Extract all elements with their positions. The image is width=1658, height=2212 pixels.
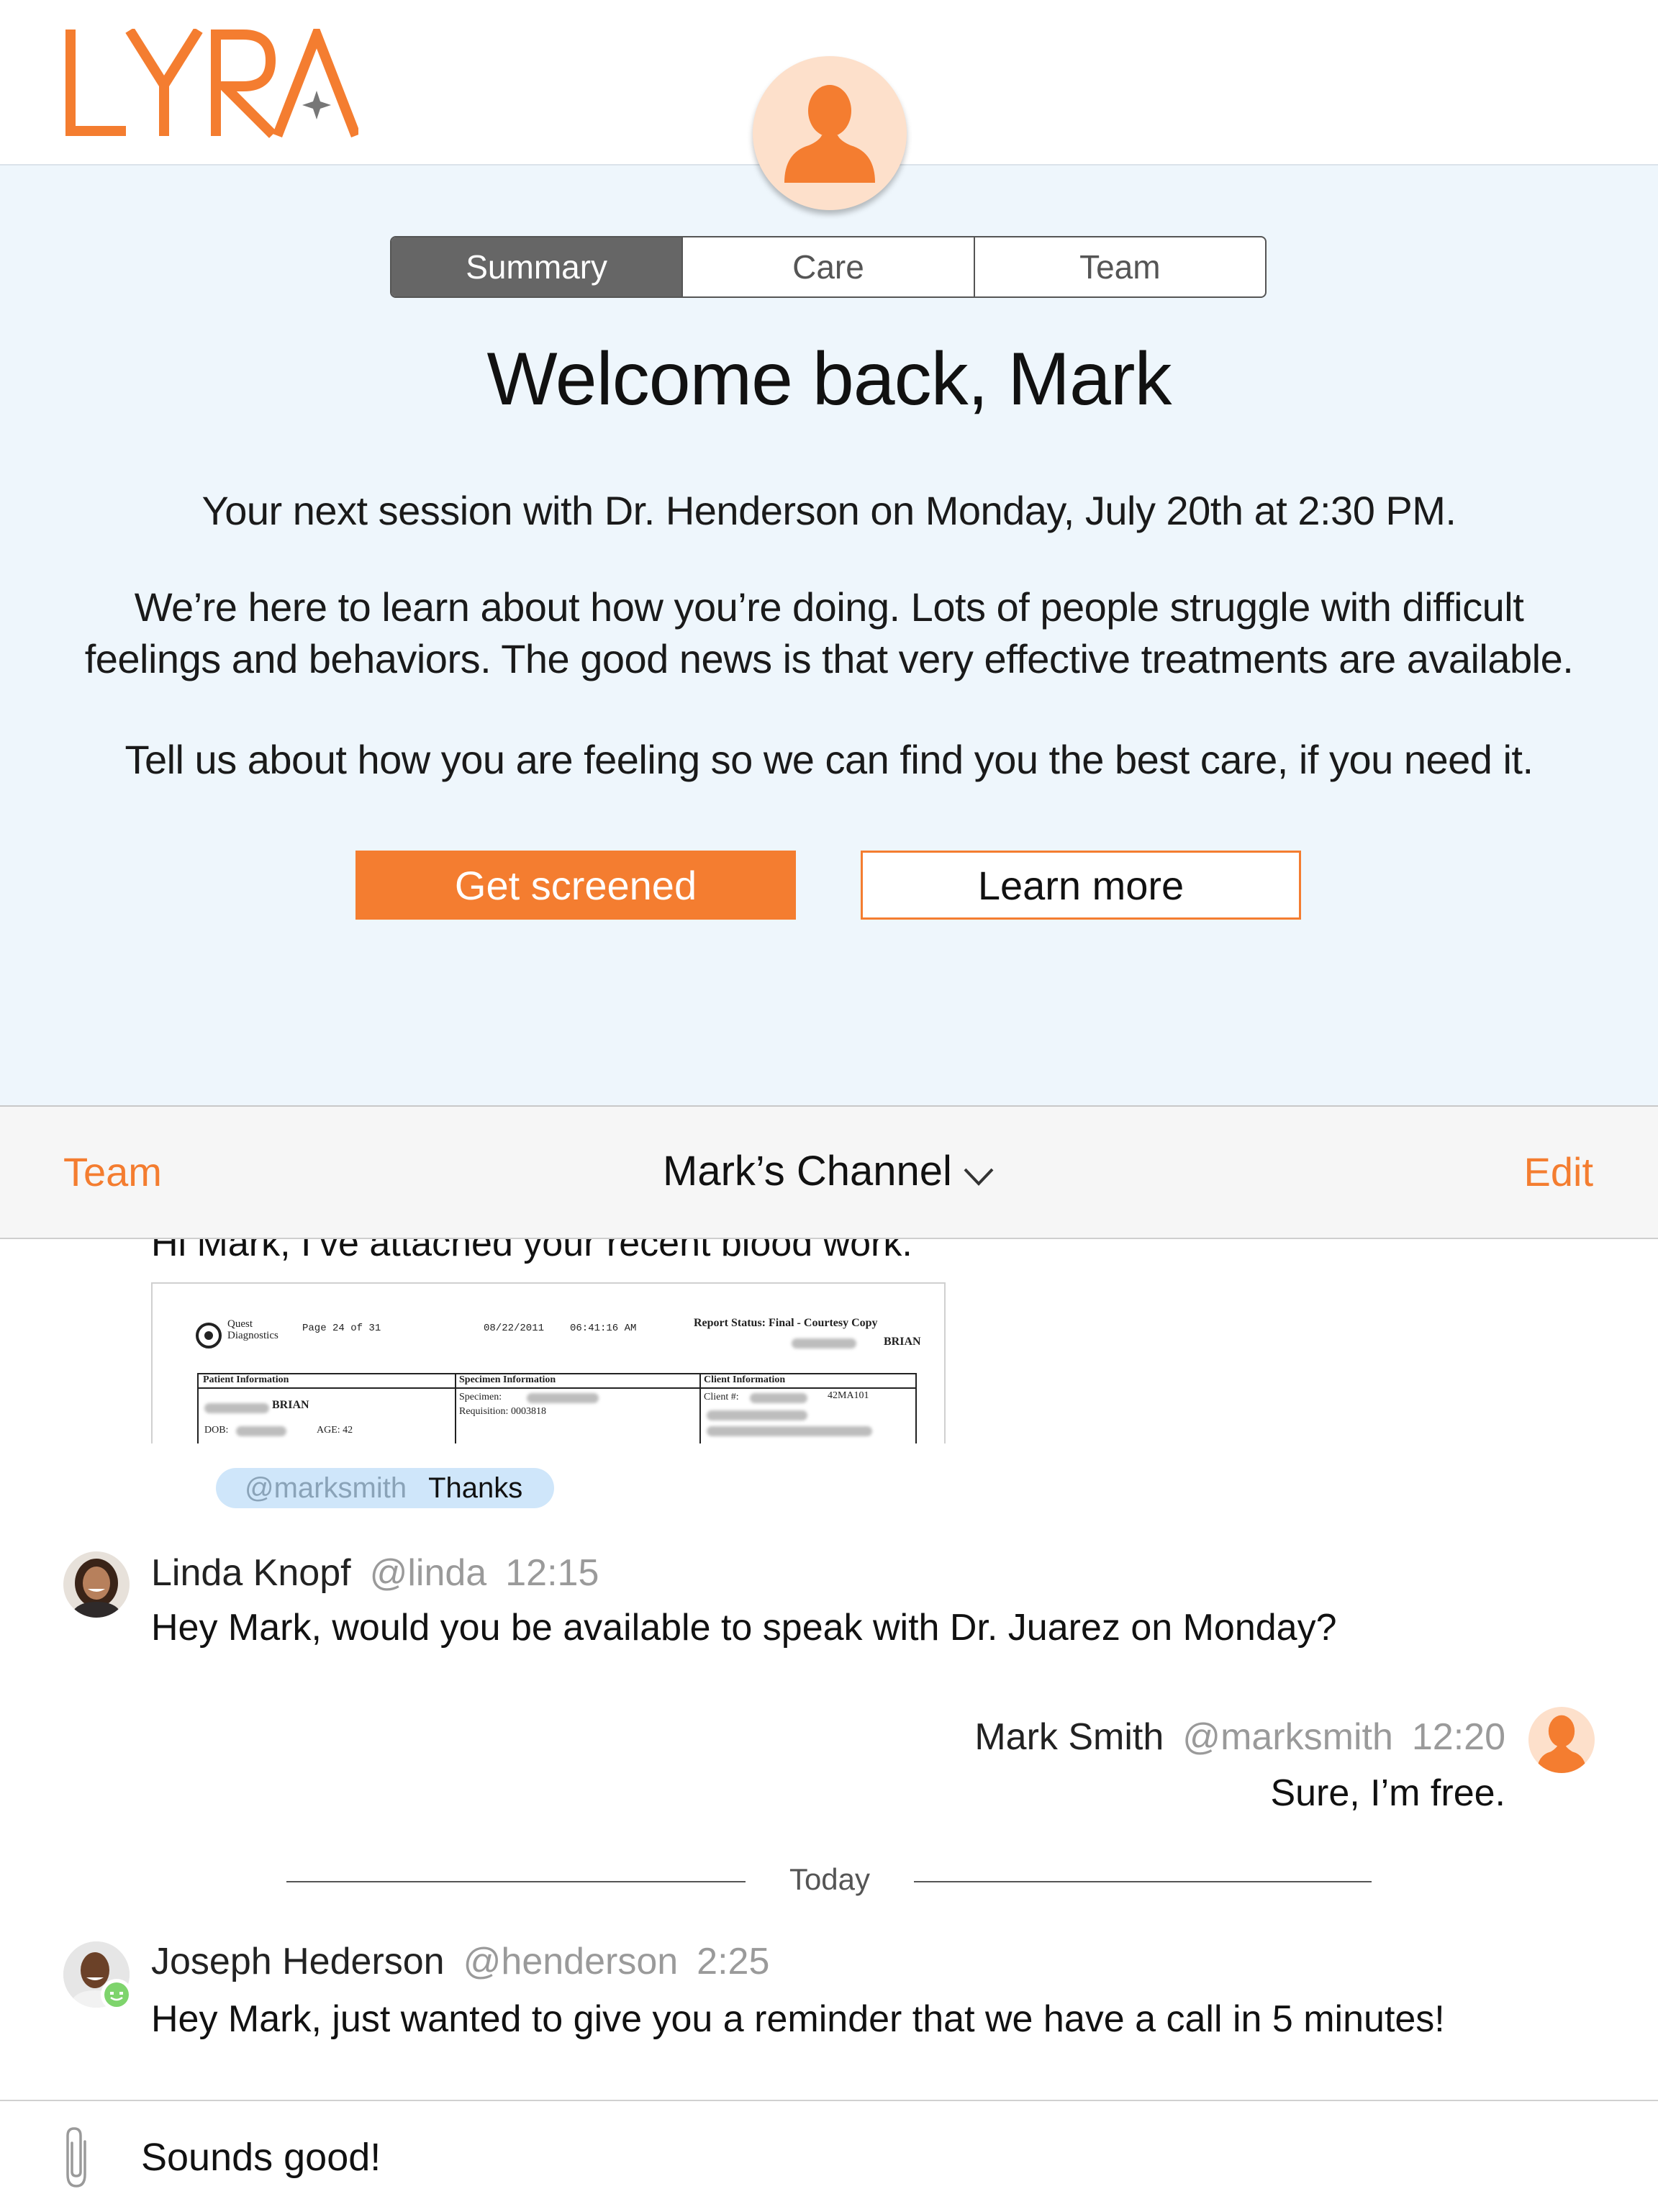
status-badge [101, 1979, 132, 2011]
message-input[interactable] [141, 2129, 1580, 2186]
redaction [707, 1410, 807, 1420]
doc-age: AGE: 42 [317, 1425, 353, 1436]
intro-text: We’re here to learn about how you’re doi… [58, 581, 1600, 685]
doc-client: Client #: [704, 1392, 739, 1402]
doc-rule [197, 1387, 917, 1389]
reply-bubble: @marksmith Thanks [216, 1468, 555, 1508]
doc-dob: DOB: [204, 1425, 229, 1436]
message-header: Mark Smith @marksmith 12:20 [974, 1715, 1505, 1759]
profile-avatar[interactable] [753, 56, 907, 210]
doc-brand: Quest [227, 1318, 253, 1330]
summary-panel: Summary Care Team Welcome back, Mark You… [0, 166, 1658, 1107]
author-handle[interactable]: @linda [370, 1552, 487, 1594]
redaction [707, 1426, 872, 1436]
message-header: Joseph Hederson @henderson 2:25 [151, 1940, 769, 1983]
message-time: 12:15 [505, 1552, 599, 1594]
doc-col-client: Client Information [704, 1374, 786, 1385]
message-text: Hey Mark, would you be available to spea… [151, 1607, 1337, 1649]
session-info: Your next session with Dr. Henderson on … [201, 488, 1457, 533]
message-text: Sure, I’m free. [1270, 1772, 1505, 1814]
mention[interactable]: @marksmith [245, 1472, 407, 1505]
doc-rule [197, 1373, 917, 1374]
message-time: 12:20 [1411, 1716, 1505, 1758]
author-name[interactable]: Joseph Hederson [151, 1941, 445, 1982]
reply-text: Thanks [428, 1472, 523, 1504]
prompt-text: Tell us about how you are feeling so we … [124, 737, 1534, 782]
doc-brand-sub: Diagnostics [227, 1330, 278, 1341]
welcome-heading: Welcome back, Mark [486, 337, 1172, 421]
doc-name: BRIAN [884, 1336, 921, 1348]
avatar[interactable] [63, 1941, 132, 2011]
doc-date: 08/22/2011 [484, 1323, 545, 1334]
doc-time: 06:41:16 AM [570, 1323, 637, 1334]
lyra-logo[interactable] [63, 29, 358, 144]
message-text: Hey Mark, just wanted to give you a remi… [151, 1998, 1445, 2040]
doc-page: Page 24 of 31 [302, 1323, 381, 1334]
learn-more-button[interactable]: Learn more [861, 851, 1301, 920]
tab-care[interactable]: Care [683, 237, 975, 296]
doc-col-patient: Patient Information [203, 1374, 289, 1385]
redaction [527, 1393, 599, 1403]
quest-logo-icon [196, 1323, 222, 1348]
edit-button[interactable]: Edit [1524, 1148, 1594, 1195]
date-divider: Today [789, 1862, 871, 1896]
app-header [0, 0, 1658, 210]
doc-specimen: Specimen: [459, 1392, 502, 1402]
attachment-preview[interactable]: Quest Diagnostics Page 24 of 31 08/22/20… [151, 1282, 946, 1443]
online-status-icon [104, 1982, 129, 2007]
intro-line: We’re here to learn about how you’re doi… [134, 584, 1524, 630]
avatar[interactable] [1528, 1707, 1595, 1773]
get-screened-button[interactable]: Get screened [355, 851, 796, 920]
tab-summary[interactable]: Summary [391, 237, 684, 296]
redaction [750, 1393, 807, 1403]
paperclip-icon[interactable] [60, 2123, 94, 2192]
doc-status: Report Status: Final - Courtesy Copy [694, 1317, 878, 1329]
tab-bar: Summary Care Team [390, 236, 1267, 298]
message-header: Linda Knopf @linda 12:15 [151, 1551, 599, 1595]
channel-title: Mark’s Channel [663, 1148, 952, 1195]
channel-bar: Team Mark’s Channel Edit [0, 1107, 1658, 1239]
tab-team[interactable]: Team [975, 237, 1265, 296]
doc-rule [197, 1373, 199, 1443]
author-name[interactable]: Linda Knopf [151, 1552, 351, 1594]
redaction [792, 1338, 856, 1348]
doc-col-specimen: Specimen Information [459, 1374, 556, 1385]
author-handle[interactable]: @marksmith [1182, 1716, 1393, 1758]
intro-line: feelings and behaviors. The good news is… [84, 636, 1574, 681]
message-text: Hi Mark, I’ve attached your recent blood… [151, 1239, 912, 1264]
doc-requisition: Requisition: 0003818 [459, 1406, 546, 1417]
doc-rule [915, 1373, 917, 1443]
message-list[interactable]: Hi Mark, I’ve attached your recent blood… [0, 1239, 1658, 2100]
divider-line [914, 1881, 1372, 1882]
message-composer [0, 2100, 1658, 2212]
divider-line [286, 1881, 746, 1882]
redaction [236, 1426, 286, 1436]
author-handle[interactable]: @henderson [463, 1941, 679, 1982]
user-silhouette-icon [784, 85, 875, 183]
channel-selector[interactable]: Mark’s Channel [0, 1147, 1658, 1198]
author-name[interactable]: Mark Smith [974, 1716, 1164, 1758]
doc-rule [699, 1373, 701, 1443]
doc-rule [455, 1373, 456, 1443]
doc-patient-name: BRIAN [272, 1399, 309, 1411]
user-silhouette-icon [1536, 1715, 1587, 1773]
person-photo-icon [71, 1559, 122, 1618]
redaction [204, 1403, 269, 1413]
doc-client-code: 42MA101 [828, 1390, 869, 1401]
chevron-down-icon [962, 1150, 995, 1198]
avatar[interactable] [63, 1551, 130, 1618]
message-time: 2:25 [697, 1941, 770, 1982]
